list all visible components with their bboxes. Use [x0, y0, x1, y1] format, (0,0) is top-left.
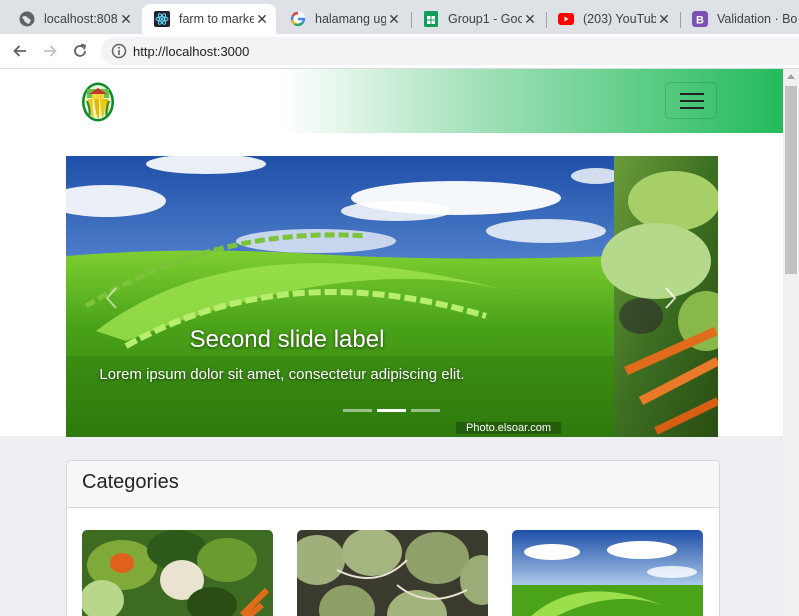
tab-farm-to-market[interactable]: farm to market ✕: [142, 4, 276, 34]
carousel-indicator-1[interactable]: [343, 409, 372, 412]
bootstrap-icon: B: [692, 11, 708, 27]
slide-image: [66, 156, 718, 437]
page-scrollbar[interactable]: [783, 69, 799, 616]
youtube-icon: [558, 13, 574, 25]
tab-title: farm to market: [179, 12, 254, 26]
globe-icon: [19, 11, 35, 27]
react-icon: [154, 11, 170, 27]
category-item-grains[interactable]: [512, 530, 703, 616]
reload-icon: [74, 43, 87, 57]
tab-validation[interactable]: B Validation · Bo: [680, 4, 799, 34]
card-header: Categories: [67, 461, 719, 508]
close-tab-icon[interactable]: ✕: [118, 11, 134, 28]
close-tab-icon[interactable]: ✕: [522, 11, 538, 28]
slide-label: Second slide label: [189, 326, 385, 353]
farm-logo[interactable]: [81, 81, 115, 123]
close-tab-icon[interactable]: ✕: [254, 11, 270, 28]
tab-title: (203) YouTube: [583, 12, 656, 26]
close-tab-icon[interactable]: ✕: [656, 11, 672, 28]
page-viewport: Second slide label Lorem ipsum dolor sit…: [0, 69, 783, 616]
tab-title: Group1 - Goo: [448, 12, 522, 26]
arrow-right-icon: [44, 45, 57, 57]
tab-halamang-ugat[interactable]: halamang ugat ✕: [278, 4, 408, 34]
tab-title: halamang ugat: [315, 12, 386, 26]
tab-strip: localhost:8080 ✕ farm to market ✕ halama…: [0, 0, 799, 34]
tab-youtube[interactable]: (203) YouTube ✕: [546, 4, 678, 34]
tab-title: Validation · Bo: [717, 12, 798, 26]
browser-toolbar: http://localhost:3000: [0, 34, 799, 69]
arrow-left-icon: [13, 45, 26, 57]
hero-carousel: Second slide label Lorem ipsum dolor sit…: [66, 156, 718, 437]
back-button[interactable]: [8, 39, 32, 63]
sheets-icon: [424, 11, 438, 27]
address-bar[interactable]: http://localhost:3000: [101, 37, 799, 65]
navbar-toggler-button[interactable]: [665, 82, 717, 119]
categories-card: Categories: [66, 460, 720, 616]
carousel-next-icon[interactable]: [662, 286, 678, 310]
info-icon[interactable]: [111, 43, 127, 59]
scrollbar-thumb[interactable]: [785, 86, 797, 274]
scroll-up-icon[interactable]: [787, 74, 795, 79]
url-text[interactable]: http://localhost:3000: [133, 44, 249, 59]
google-icon: [290, 11, 306, 27]
category-image: [297, 530, 488, 616]
forward-button[interactable]: [38, 39, 62, 63]
photo-watermark: Photo.elsoar.com: [456, 422, 561, 434]
reload-button[interactable]: [68, 39, 92, 63]
category-item-root-crops[interactable]: [297, 530, 488, 616]
hamburger-icon: [680, 93, 704, 95]
tab-localhost-8080[interactable]: localhost:8080 ✕: [7, 4, 140, 34]
carousel-indicator-3[interactable]: [411, 409, 440, 412]
tab-title: localhost:8080: [44, 12, 118, 26]
site-header: [0, 69, 783, 133]
carousel-prev-icon[interactable]: [104, 286, 120, 310]
tab-group1[interactable]: Group1 - Goo ✕: [411, 4, 544, 34]
category-image: [512, 530, 703, 616]
slide-caption: Lorem ipsum dolor sit amet, consectetur …: [99, 366, 465, 383]
categories-title: Categories: [82, 471, 179, 493]
category-image: [82, 530, 273, 616]
carousel-indicator-2[interactable]: [377, 409, 406, 412]
category-item-vegetables[interactable]: [82, 530, 273, 616]
svg-text:B: B: [696, 15, 704, 27]
close-tab-icon[interactable]: ✕: [386, 11, 402, 28]
